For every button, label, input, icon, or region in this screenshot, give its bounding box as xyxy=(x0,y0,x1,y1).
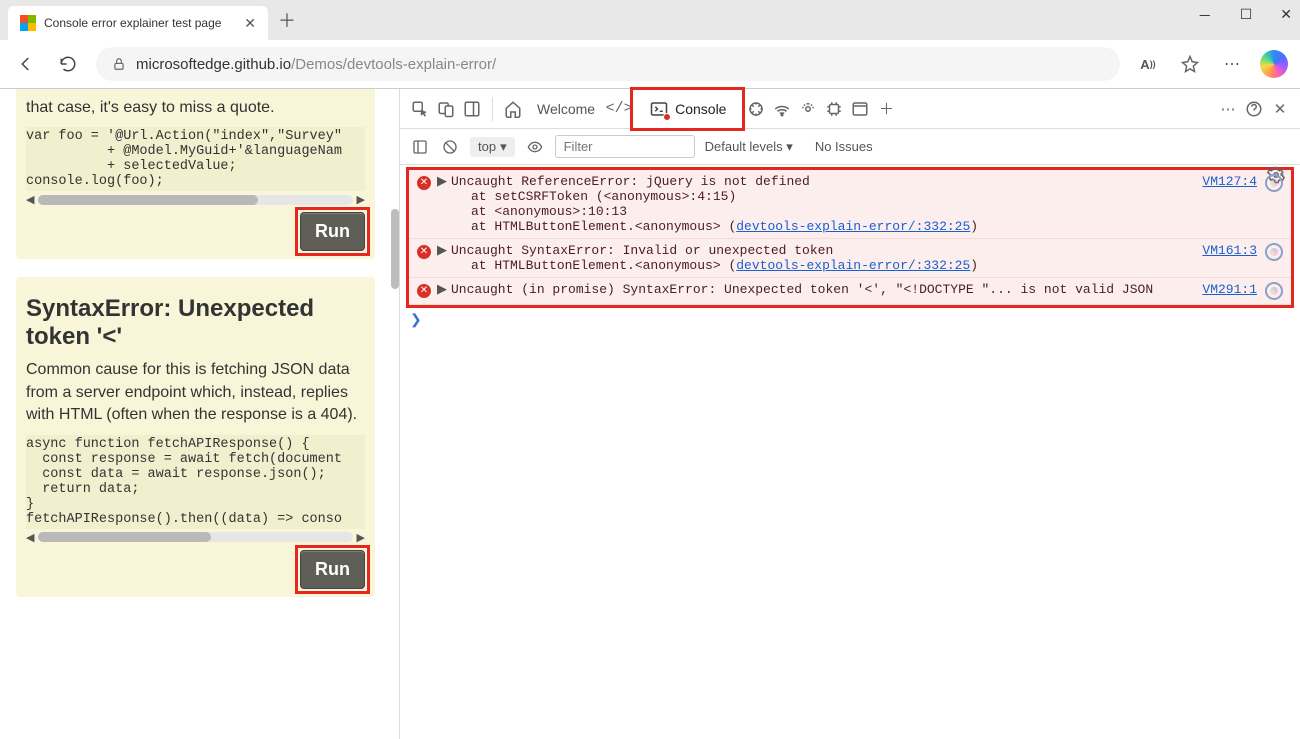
card-desc: Common cause for this is fetching JSON d… xyxy=(26,359,365,426)
more-icon[interactable]: ⋯ xyxy=(1218,50,1246,78)
live-expression-icon[interactable] xyxy=(525,137,545,157)
browser-tab[interactable]: Console error explainer test page ✕ xyxy=(8,6,268,40)
content-area: that case, it's easy to miss a quote. va… xyxy=(0,89,1300,739)
console-error-row[interactable]: ✕ ▶ Uncaught SyntaxError: Invalid or une… xyxy=(409,239,1291,278)
console-error-row[interactable]: ✕ ▶ Uncaught ReferenceError: jQuery is n… xyxy=(409,170,1291,239)
explain-copilot-icon[interactable] xyxy=(1265,174,1283,192)
explain-copilot-icon[interactable] xyxy=(1265,282,1283,300)
code-block: var foo = '@Url.Action("index","Survey" … xyxy=(26,127,365,191)
device-emulation-icon[interactable] xyxy=(436,99,456,119)
disclosure-icon[interactable]: ▶ xyxy=(437,174,447,189)
console-tab-highlight: Console xyxy=(635,92,740,126)
scroll-right-icon[interactable]: ▶ xyxy=(357,531,365,544)
run-button[interactable]: Run xyxy=(300,212,365,251)
new-tab-button[interactable]: ＋ xyxy=(278,7,296,33)
lock-icon xyxy=(112,57,126,71)
url-field[interactable]: microsoftedge.github.io/Demos/devtools-e… xyxy=(96,47,1120,81)
card-desc: that case, it's easy to miss a quote. xyxy=(26,97,365,119)
more-tools-icon[interactable]: ⋯ xyxy=(1218,99,1238,119)
memory-icon[interactable] xyxy=(824,99,844,119)
stack-link[interactable]: devtools-explain-error/:332:25 xyxy=(736,258,970,273)
issues-count[interactable]: No Issues xyxy=(815,139,873,154)
console-error-row[interactable]: ✕ ▶ Uncaught (in promise) SyntaxError: U… xyxy=(409,278,1291,305)
clear-console-icon[interactable] xyxy=(440,137,460,157)
levels-dropdown[interactable]: Default levels ▾ xyxy=(705,139,793,155)
url-text: microsoftedge.github.io/Demos/devtools-e… xyxy=(136,56,496,73)
devtools-pane: Welcome </> Console xyxy=(400,89,1300,739)
page-pane: that case, it's easy to miss a quote. va… xyxy=(0,89,400,739)
explain-copilot-icon[interactable] xyxy=(1265,243,1283,261)
add-tab-icon[interactable]: ＋ xyxy=(876,99,896,119)
stack-link[interactable]: devtools-explain-error/:332:25 xyxy=(736,219,970,234)
read-aloud-icon[interactable]: A)) xyxy=(1134,50,1162,78)
refresh-icon[interactable] xyxy=(54,50,82,78)
stack-line: at setCSRFToken (<anonymous>:4:15) xyxy=(471,189,1192,204)
stack-line: at HTMLButtonElement.<anonymous> (devtoo… xyxy=(471,219,1192,234)
copilot-icon[interactable] xyxy=(1260,50,1288,78)
error-icon: ✕ xyxy=(417,245,431,259)
address-bar-right: A)) ⋯ xyxy=(1134,50,1288,78)
window-controls: － ☐ ✕ xyxy=(1198,6,1292,26)
stack-line: at HTMLButtonElement.<anonymous> (devtoo… xyxy=(471,258,1192,273)
maximize-icon[interactable]: ☐ xyxy=(1240,6,1253,26)
close-devtools-icon[interactable]: ✕ xyxy=(1270,99,1290,119)
favorite-icon[interactable] xyxy=(1176,50,1204,78)
page-scroll[interactable]: that case, it's easy to miss a quote. va… xyxy=(0,89,391,739)
source-link[interactable]: VM291:1 xyxy=(1202,282,1257,297)
scroll-right-icon[interactable]: ▶ xyxy=(357,193,365,206)
error-summary: Uncaught SyntaxError: Invalid or unexpec… xyxy=(451,243,833,258)
microsoft-favicon xyxy=(20,15,36,31)
filter-input[interactable] xyxy=(555,135,695,158)
error-icon: ✕ xyxy=(417,176,431,190)
devtools-toolbar: Welcome </> Console xyxy=(400,89,1300,129)
run-button[interactable]: Run xyxy=(300,550,365,589)
browser-chrome: Console error explainer test page ✕ ＋ － … xyxy=(0,0,1300,89)
horizontal-scrollbar[interactable]: ◀ ▶ xyxy=(26,193,365,206)
console-messages: ✕ ▶ Uncaught ReferenceError: jQuery is n… xyxy=(406,167,1294,308)
error-summary: Uncaught ReferenceError: jQuery is not d… xyxy=(451,174,810,189)
tab-title: Console error explainer test page xyxy=(44,16,236,30)
card-missing-quote: that case, it's easy to miss a quote. va… xyxy=(16,89,375,259)
card-unexpected-token: SyntaxError: Unexpected token '<' Common… xyxy=(16,277,375,596)
horizontal-scrollbar[interactable]: ◀ ▶ xyxy=(26,531,365,544)
card-title: SyntaxError: Unexpected token '<' xyxy=(26,295,365,351)
console-prompt[interactable]: ❯ xyxy=(400,308,1300,333)
sidebar-toggle-icon[interactable] xyxy=(410,137,430,157)
scroll-left-icon[interactable]: ◀ xyxy=(26,531,34,544)
stack-line: at <anonymous>:10:13 xyxy=(471,204,1192,219)
close-window-icon[interactable]: ✕ xyxy=(1280,6,1292,26)
network-icon[interactable] xyxy=(772,99,792,119)
disclosure-icon[interactable]: ▶ xyxy=(437,243,447,258)
vertical-scrollbar[interactable] xyxy=(391,209,399,289)
home-icon[interactable] xyxy=(503,99,523,119)
address-bar: microsoftedge.github.io/Demos/devtools-e… xyxy=(0,40,1300,88)
tab-strip: Console error explainer test page ✕ ＋ － … xyxy=(0,0,1300,40)
inspect-element-icon[interactable] xyxy=(410,99,430,119)
scroll-left-icon[interactable]: ◀ xyxy=(26,193,34,206)
source-link[interactable]: VM127:4 xyxy=(1202,174,1257,189)
chevron-down-icon: ▾ xyxy=(500,139,507,155)
chevron-down-icon: ▾ xyxy=(786,139,793,154)
tab-welcome[interactable]: Welcome xyxy=(529,97,603,121)
source-link[interactable]: VM161:3 xyxy=(1202,243,1257,258)
tab-console[interactable]: Console xyxy=(641,95,734,123)
back-icon[interactable] xyxy=(12,50,40,78)
dock-side-icon[interactable] xyxy=(462,99,482,119)
help-icon[interactable] xyxy=(1244,99,1264,119)
minimize-icon[interactable]: － xyxy=(1198,6,1212,26)
application-icon[interactable] xyxy=(850,99,870,119)
performance-icon[interactable] xyxy=(798,99,818,119)
error-icon: ✕ xyxy=(417,284,431,298)
sources-icon[interactable] xyxy=(746,99,766,119)
code-block: async function fetchAPIResponse() { cons… xyxy=(26,435,365,529)
close-tab-icon[interactable]: ✕ xyxy=(244,15,256,32)
console-subbar: top ▾ Default levels ▾ No Issues xyxy=(400,129,1300,165)
context-dropdown[interactable]: top ▾ xyxy=(470,137,515,157)
elements-icon[interactable]: </> xyxy=(609,99,629,119)
console-icon xyxy=(649,99,669,119)
disclosure-icon[interactable]: ▶ xyxy=(437,282,447,297)
error-summary: Uncaught (in promise) SyntaxError: Unexp… xyxy=(451,282,1153,297)
